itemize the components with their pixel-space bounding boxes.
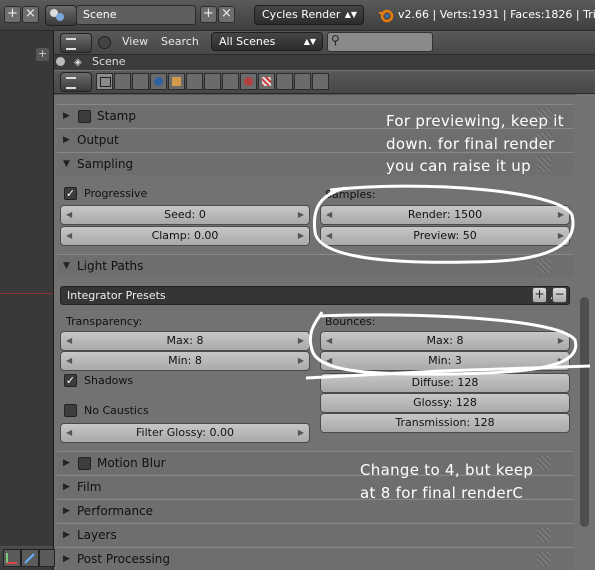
annotation-line: Change to 4, but keep	[360, 461, 534, 479]
annotation-line: at 8 for final renderC	[360, 484, 524, 502]
bounces-stroke	[305, 364, 591, 380]
annotation-line: down. for final render	[386, 135, 555, 153]
annotation-line: For previewing, keep it	[386, 112, 564, 130]
bounces-circle	[308, 311, 578, 376]
annotation-line: you can raise it up	[386, 157, 531, 175]
samples-circle	[312, 184, 575, 264]
